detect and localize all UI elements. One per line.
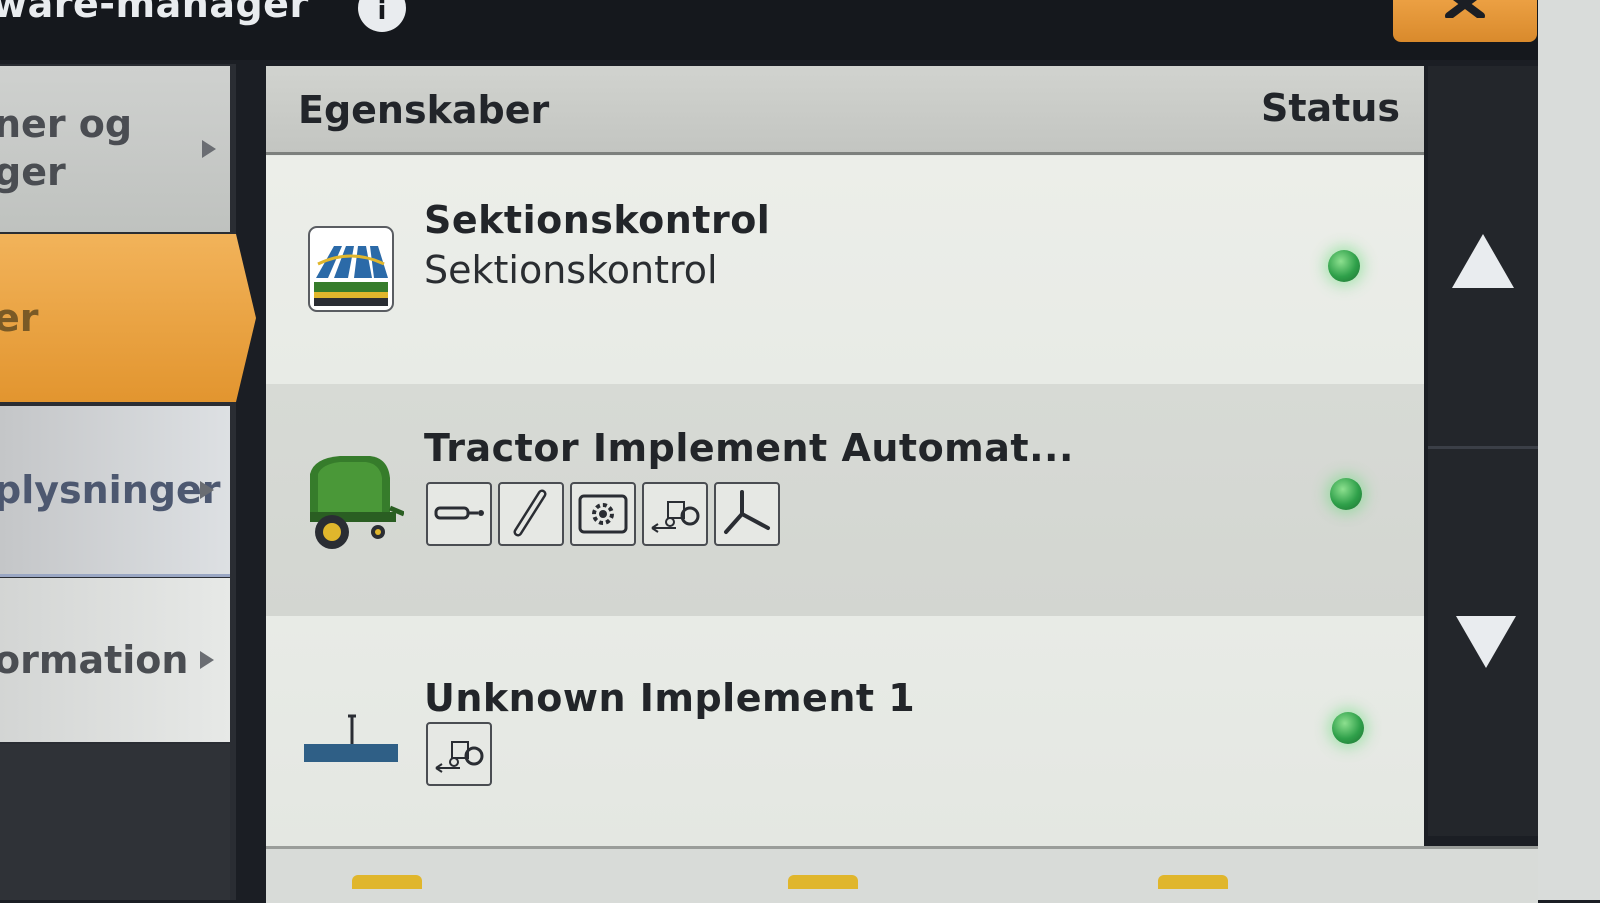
sidebar-item-label: ner og [0,102,133,146]
tractor-implement-icon [426,722,492,786]
section-control-icon [308,226,394,312]
settings-icon [570,482,636,546]
soft-key-3[interactable] [1158,875,1228,889]
function-icons [426,722,492,786]
tractor-implement-icon [642,482,708,546]
sidebar-item-selected[interactable]: er [0,234,256,402]
close-icon [1445,0,1485,18]
arrow-up-icon [1452,234,1514,288]
row-title: Unknown Implement 1 [424,676,916,720]
row-title: Tractor Implement Automat... [424,426,1074,470]
arrow-down-icon [1456,616,1516,668]
sidebar-filler [0,744,230,900]
chevron-right-icon [202,140,216,158]
sidebar-item-label: ormation [0,638,189,682]
sidebar-item-3[interactable]: plysninger [0,406,230,577]
info-icon[interactable]: i [358,0,406,32]
soft-key-1[interactable] [352,875,422,889]
steering-icon [714,482,780,546]
chevron-right-icon [200,651,214,669]
features-table: Egenskaber Status Sektionskontrol Sektio… [266,66,1424,846]
bottom-bar [266,846,1538,903]
chevron-right-icon [200,481,214,499]
hitch-icon [426,482,492,546]
title-bar: ware-manager i [0,0,1568,60]
sidebar-item-4[interactable]: ormation [0,578,230,742]
page-title: ware-manager [0,0,309,26]
column-header-status: Status [1260,86,1400,130]
scroll-up-button[interactable] [1428,66,1538,449]
sidebar: ner og ger er plysninger ormation [0,64,256,900]
wrench-icon [498,482,564,546]
table-header: Egenskaber Status [266,66,1424,155]
row-title: Sektionskontrol [424,198,771,242]
sidebar-item-label: er [0,296,39,340]
sidebar-item-1[interactable]: ner og ger [0,66,230,232]
close-button[interactable] [1393,0,1537,42]
table-row[interactable]: Unknown Implement 1 [266,616,1424,846]
status-indicator [1332,712,1364,744]
column-header-properties: Egenskaber [298,88,550,132]
screen-edge [1538,0,1600,900]
soft-key-2[interactable] [788,875,858,889]
status-indicator [1328,250,1360,282]
sidebar-item-label: plysninger [0,468,221,512]
function-icons [426,482,780,546]
table-row[interactable]: Sektionskontrol Sektionskontrol [266,156,1424,384]
sidebar-item-label: ger [0,150,66,194]
row-subtitle: Sektionskontrol [424,248,718,292]
status-indicator [1330,478,1362,510]
table-row[interactable]: Tractor Implement Automat... [266,384,1424,616]
info-icon-label: i [377,0,387,26]
scroll-bar [1428,66,1538,836]
baler-icon [310,456,404,549]
scroll-down-button[interactable] [1428,450,1538,830]
unknown-implement-icon [304,714,398,762]
